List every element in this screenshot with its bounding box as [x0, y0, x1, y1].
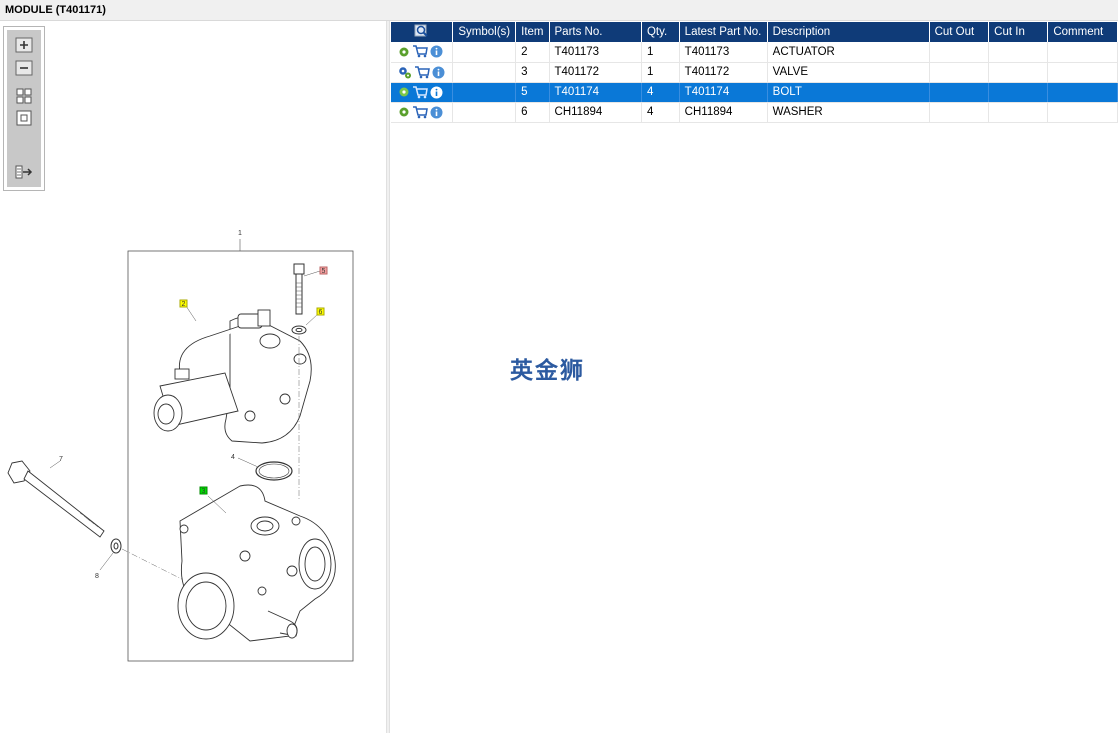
header-cut-out[interactable]: Cut Out	[929, 22, 990, 42]
callout-4[interactable]: 4	[231, 454, 235, 461]
callout-2[interactable]: 2	[182, 301, 186, 308]
cell-cut-out	[929, 62, 990, 83]
cell-parts-no: T401174	[549, 82, 642, 103]
cell-comment	[1047, 82, 1118, 103]
header-comment[interactable]: Comment	[1047, 22, 1118, 42]
cell-latest-part-no: T401174	[679, 82, 768, 103]
cell-cut-in	[988, 102, 1049, 123]
row-actions	[391, 102, 454, 123]
callout-6[interactable]: 6	[319, 309, 323, 316]
parts-list-pane: Symbol(s) Item Parts No. Qty. Latest Par…	[390, 21, 1118, 733]
callout-5[interactable]: 5	[322, 268, 326, 275]
valve-part[interactable]	[177, 484, 336, 642]
cell-item: 3	[515, 62, 550, 83]
cell-qty: 1	[641, 42, 680, 63]
cell-symbols	[452, 62, 517, 83]
cell-cut-out	[929, 82, 990, 103]
cell-symbols	[452, 42, 517, 63]
table-header-row: Symbol(s) Item Parts No. Qty. Latest Par…	[391, 22, 1118, 42]
shopping-cart-icon[interactable]	[412, 45, 428, 58]
header-parts-no[interactable]: Parts No.	[549, 22, 642, 42]
callout-3[interactable]: 3	[202, 488, 206, 495]
cell-description: BOLT	[767, 82, 930, 103]
cell-qty: 4	[641, 102, 680, 123]
cell-parts-no: CH11894	[549, 102, 642, 123]
cell-parts-no: T401173	[549, 42, 642, 63]
table-row[interactable]: 3 T401172 1 T401172 VALVE	[391, 62, 1118, 83]
header-search[interactable]	[391, 22, 454, 42]
callout-1[interactable]: 1	[238, 230, 242, 237]
window-title: MODULE (T401171)	[0, 0, 1118, 21]
viewer-toolbar	[3, 26, 45, 191]
header-item[interactable]: Item	[515, 22, 550, 42]
fit-page-icon	[16, 88, 32, 104]
actual-size-button[interactable]	[14, 109, 34, 127]
header-symbols[interactable]: Symbol(s)	[452, 22, 517, 42]
header-description[interactable]: Description	[767, 22, 930, 42]
gear-icon[interactable]	[398, 106, 410, 118]
cell-cut-out	[929, 42, 990, 63]
shopping-cart-icon[interactable]	[412, 85, 428, 99]
cell-cut-in	[988, 42, 1049, 63]
exploded-diagram: 1 5 6 2 4 3 7 8	[7, 230, 354, 662]
zoom-in-icon	[15, 37, 33, 53]
header-qty[interactable]: Qty.	[641, 22, 680, 42]
cell-cut-in	[988, 62, 1049, 83]
cell-qty: 1	[641, 62, 680, 83]
fit-page-button[interactable]	[14, 87, 34, 105]
row-actions	[391, 82, 454, 103]
zoom-out-button[interactable]	[14, 59, 34, 77]
cell-qty: 4	[641, 82, 680, 103]
table-row[interactable]: 2 T401173 1 T401173 ACTUATOR	[391, 42, 1118, 63]
gear-icon[interactable]	[398, 86, 410, 98]
search-parts-icon[interactable]	[414, 24, 430, 38]
watermark: 英金狮	[510, 358, 585, 384]
cell-comment	[1047, 102, 1118, 123]
cell-cut-out	[929, 102, 990, 123]
actuator-part[interactable]	[153, 309, 312, 444]
cell-cut-in	[988, 82, 1049, 103]
cell-parts-no: T401172	[549, 62, 642, 83]
export-icon	[15, 165, 33, 179]
cell-description: ACTUATOR	[767, 42, 930, 63]
row-actions	[391, 42, 454, 63]
cell-comment	[1047, 42, 1118, 63]
cell-item: 5	[515, 82, 550, 103]
export-button[interactable]	[14, 163, 34, 181]
cell-item: 6	[515, 102, 550, 123]
cell-item: 2	[515, 42, 550, 63]
cell-symbols	[452, 82, 517, 103]
cell-comment	[1047, 62, 1118, 83]
callout-8[interactable]: 8	[95, 573, 99, 580]
actual-size-icon	[16, 110, 32, 126]
cell-latest-part-no: CH11894	[679, 102, 768, 123]
table-row[interactable]: 6 CH11894 4 CH11894 WASHER	[391, 102, 1118, 123]
cell-description: VALVE	[767, 62, 930, 83]
shopping-cart-icon[interactable]	[412, 105, 428, 119]
cell-description: WASHER	[767, 102, 930, 123]
bolt-part[interactable]	[293, 263, 305, 315]
gear-icon[interactable]	[398, 46, 410, 58]
zoom-in-button[interactable]	[14, 36, 34, 54]
info-icon[interactable]	[430, 86, 443, 99]
long-bolt-part[interactable]	[7, 460, 105, 538]
cell-latest-part-no: T401172	[679, 62, 768, 83]
cell-symbols	[452, 102, 517, 123]
info-icon[interactable]	[432, 66, 445, 79]
row-actions	[391, 62, 454, 83]
cell-latest-part-no: T401173	[679, 42, 768, 63]
shopping-cart-icon[interactable]	[414, 65, 430, 79]
illustration-pane: 1 5 6 2 4 3 7 8	[0, 21, 386, 733]
header-latest-part-no[interactable]: Latest Part No.	[679, 22, 768, 42]
gears-icon[interactable]	[398, 66, 412, 79]
table-row-selected[interactable]: 5 T401174 4 T401174 BOLT	[391, 82, 1118, 103]
header-cut-in[interactable]: Cut In	[988, 22, 1049, 42]
info-icon[interactable]	[430, 106, 443, 119]
parts-table: Symbol(s) Item Parts No. Qty. Latest Par…	[391, 22, 1118, 123]
info-icon[interactable]	[430, 45, 443, 58]
zoom-out-icon	[15, 60, 33, 76]
callout-7[interactable]: 7	[59, 456, 63, 463]
